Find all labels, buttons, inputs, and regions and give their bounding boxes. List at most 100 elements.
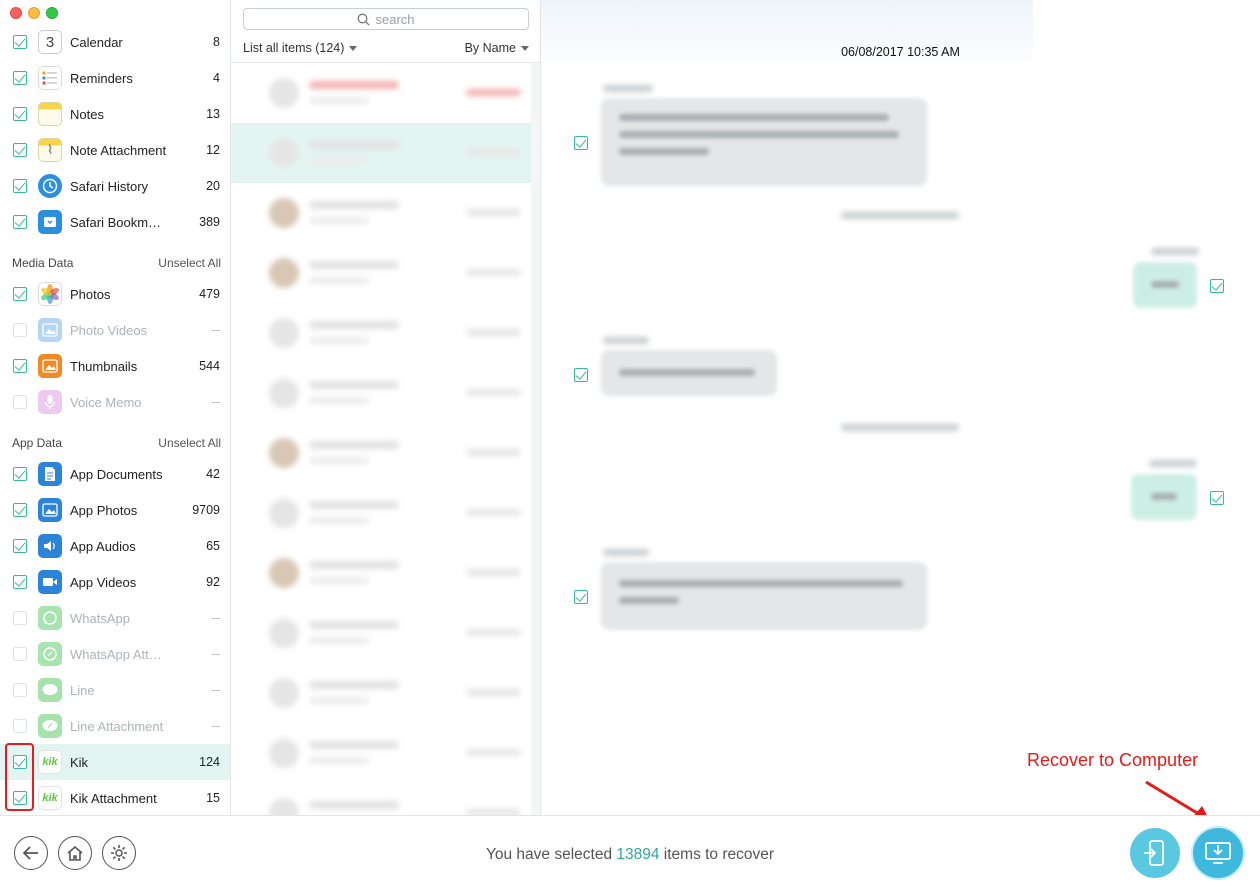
sidebar-item-whatsapp[interactable]: WhatsApp --: [0, 600, 230, 636]
app-window: 3 Calendar 8 Reminders 4 Notes 13 ⌇ Note…: [0, 0, 1260, 887]
whatsapp-checkbox[interactable]: [13, 611, 27, 625]
message-bubble-incoming[interactable]: [601, 98, 927, 186]
sidebar-item-app-audios[interactable]: App Audios 65: [0, 528, 230, 564]
sidebar-item-photo-videos[interactable]: Photo Videos --: [0, 312, 230, 348]
recover-to-computer-button[interactable]: [1193, 828, 1243, 878]
sidebar-item-calendar[interactable]: 3 Calendar 8: [0, 24, 230, 60]
message-bubble-outgoing[interactable]: [1133, 262, 1197, 308]
sidebar-item-safari-history[interactable]: Safari History 20: [0, 168, 230, 204]
sidebar-item-thumbnails[interactable]: Thumbnails 544: [0, 348, 230, 384]
sidebar-item-count: --: [211, 323, 220, 337]
line-checkbox[interactable]: [13, 683, 27, 697]
list-item[interactable]: [231, 423, 531, 483]
recover-to-device-button[interactable]: [1130, 828, 1180, 878]
sidebar-item-reminders[interactable]: Reminders 4: [0, 60, 230, 96]
category-sidebar: 3 Calendar 8 Reminders 4 Notes 13 ⌇ Note…: [0, 0, 231, 815]
photo-videos-checkbox[interactable]: [13, 323, 27, 337]
filter-dropdown[interactable]: List all items (124): [243, 41, 358, 55]
notes-checkbox[interactable]: [13, 107, 27, 121]
app-audios-checkbox[interactable]: [13, 539, 27, 553]
sidebar-item-count: --: [211, 611, 220, 625]
note-attachment-checkbox[interactable]: [13, 143, 27, 157]
list-item[interactable]: [231, 63, 531, 123]
whatsapp-attachment-checkbox[interactable]: [13, 647, 27, 661]
minimize-window-button[interactable]: [28, 7, 40, 19]
sidebar-item-count: --: [211, 647, 220, 661]
sort-dropdown[interactable]: By Name: [465, 41, 529, 55]
close-window-button[interactable]: [10, 7, 22, 19]
blurred-text: [309, 741, 399, 749]
message-checkbox[interactable]: [574, 590, 588, 604]
header-background: [541, 0, 1033, 72]
blurred-date: [466, 689, 521, 696]
app-photos-icon: [38, 498, 62, 522]
list-item[interactable]: [231, 483, 531, 543]
calendar-checkbox[interactable]: [13, 35, 27, 49]
sidebar-item-kik[interactable]: kik Kik 124: [0, 744, 230, 780]
search-input[interactable]: search: [243, 8, 529, 30]
list-item[interactable]: [231, 543, 531, 603]
list-item[interactable]: [231, 723, 531, 783]
message-bubble-incoming[interactable]: [601, 350, 777, 396]
app-unselect-all-link[interactable]: Unselect All: [158, 436, 221, 450]
sidebar-item-line-attachment[interactable]: Line Attachment --: [0, 708, 230, 744]
filter-label: List all items (124): [243, 41, 345, 55]
list-item[interactable]: [231, 663, 531, 723]
blurred-date: [466, 269, 521, 276]
sidebar-item-app-photos[interactable]: App Photos 9709: [0, 492, 230, 528]
sidebar-item-safari-bookmarks[interactable]: Safari Bookm… 389: [0, 204, 230, 240]
safari-bookmarks-checkbox[interactable]: [13, 215, 27, 229]
reminders-checkbox[interactable]: [13, 71, 27, 85]
thumbnails-checkbox[interactable]: [13, 359, 27, 373]
list-item[interactable]: [231, 783, 531, 815]
sidebar-item-note-attachment[interactable]: ⌇ Note Attachment 12: [0, 132, 230, 168]
app-photos-checkbox[interactable]: [13, 503, 27, 517]
sidebar-item-label: Line Attachment: [70, 718, 164, 734]
list-item[interactable]: [231, 363, 531, 423]
message-checkbox[interactable]: [574, 368, 588, 382]
contact-avatar: [269, 198, 299, 228]
recover-to-computer-annotation: Recover to Computer: [1027, 750, 1199, 770]
sidebar-item-photos[interactable]: Photos 479: [0, 276, 230, 312]
blurred-text: [309, 261, 399, 269]
message-checkbox[interactable]: [1210, 279, 1224, 293]
list-item[interactable]: [231, 303, 531, 363]
sidebar-item-app-documents[interactable]: App Documents 42: [0, 456, 230, 492]
list-scrollbar[interactable]: [531, 63, 540, 815]
sidebar-item-label: Reminders: [70, 70, 133, 86]
maximize-window-button[interactable]: [46, 7, 58, 19]
calendar-icon: 3: [38, 30, 62, 54]
list-item[interactable]: [231, 603, 531, 663]
safari-history-checkbox[interactable]: [13, 179, 27, 193]
list-item[interactable]: [231, 123, 531, 183]
sidebar-item-voice-memo[interactable]: Voice Memo --: [0, 384, 230, 420]
sort-label: By Name: [464, 41, 516, 55]
sidebar-item-label: Calendar: [70, 34, 123, 50]
message-checkbox[interactable]: [1210, 491, 1224, 505]
sidebar-item-label: Kik: [70, 754, 89, 770]
blurred-date: [466, 449, 521, 456]
list-item[interactable]: [231, 243, 531, 303]
notes-icon: [38, 102, 62, 126]
line-attachment-checkbox[interactable]: [13, 719, 27, 733]
app-videos-checkbox[interactable]: [13, 575, 27, 589]
sidebar-item-line[interactable]: Line --: [0, 672, 230, 708]
blurred-text: [309, 217, 369, 224]
app-documents-checkbox[interactable]: [13, 467, 27, 481]
blurred-text: [309, 757, 369, 764]
voice-memo-checkbox[interactable]: [13, 395, 27, 409]
message-checkbox[interactable]: [574, 136, 588, 150]
message-bubble-incoming[interactable]: [601, 562, 927, 630]
sidebar-item-notes[interactable]: Notes 13: [0, 96, 230, 132]
list-item[interactable]: [231, 183, 531, 243]
sidebar-item-kik-attachment[interactable]: kik Kik Attachment 15: [0, 780, 230, 815]
sidebar-item-whatsapp-attachment[interactable]: WhatsApp Att… --: [0, 636, 230, 672]
photos-checkbox[interactable]: [13, 287, 27, 301]
app-data-section-header: App Data Unselect All: [12, 436, 221, 450]
sidebar-item-app-videos[interactable]: App Videos 92: [0, 564, 230, 600]
sidebar-item-count: 389: [199, 215, 220, 229]
message-bubble-outgoing[interactable]: [1131, 474, 1197, 520]
media-unselect-all-link[interactable]: Unselect All: [158, 256, 221, 270]
contact-avatar: [269, 618, 299, 648]
safari-history-icon: [38, 174, 62, 198]
